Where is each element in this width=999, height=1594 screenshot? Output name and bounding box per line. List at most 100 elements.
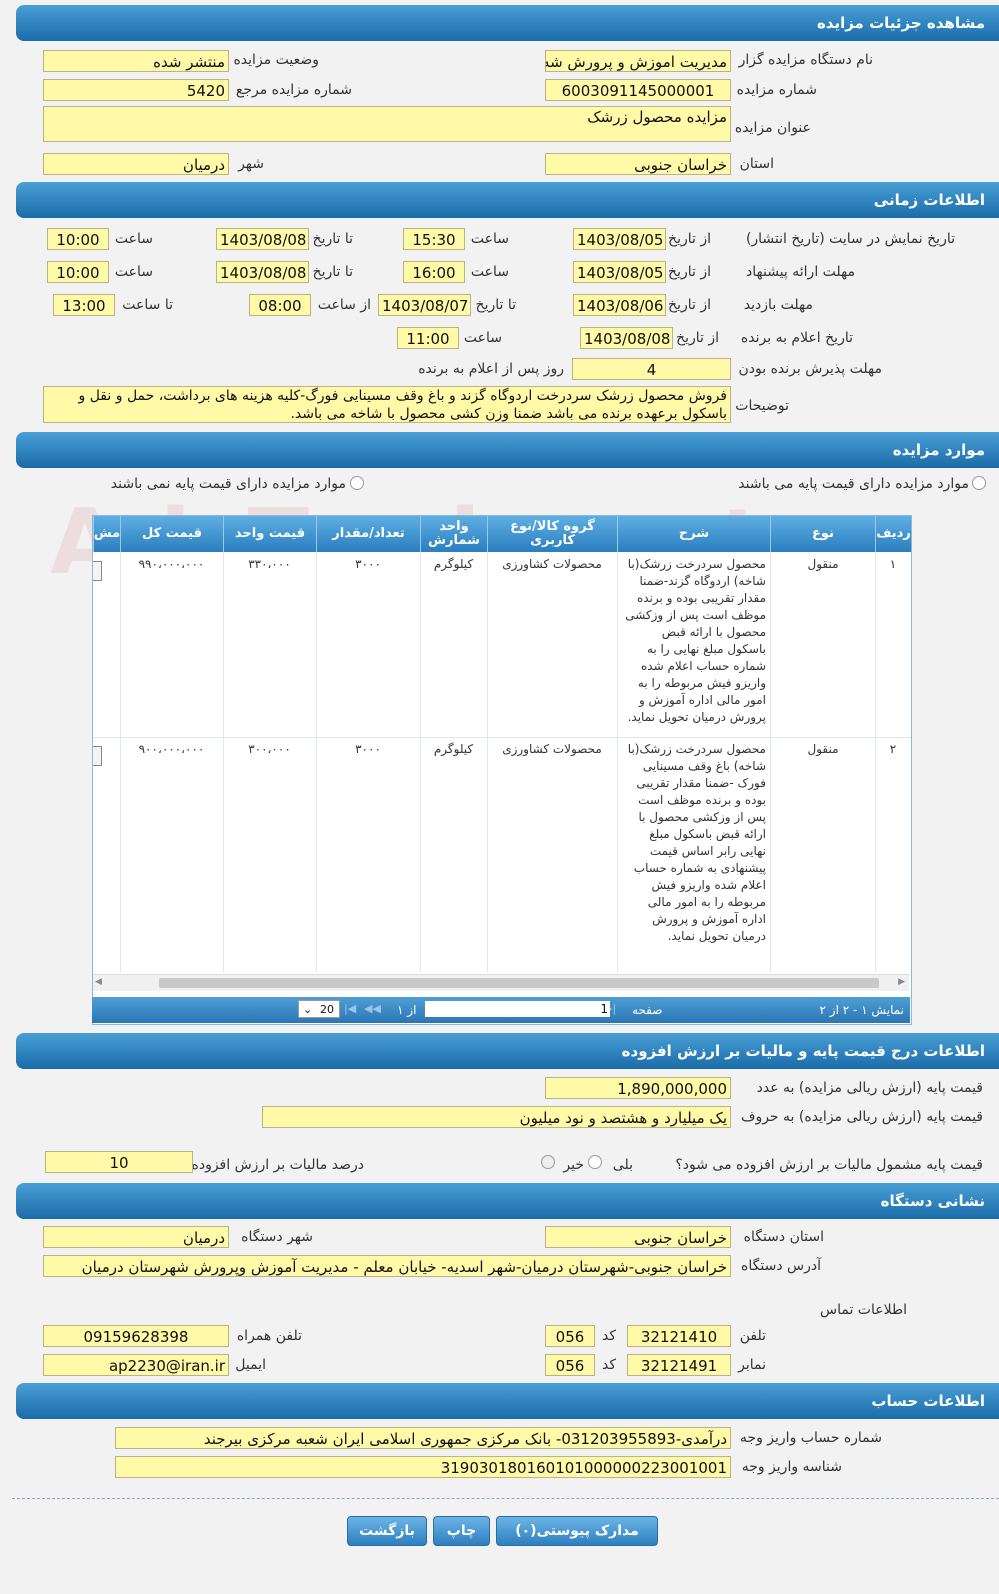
row1-unit: کیلوگرم: [433, 557, 474, 571]
org-address-label: آدرس دستگاه: [741, 1258, 821, 1274]
hscroll-thumb[interactable]: [159, 978, 879, 988]
attachments-button[interactable]: مدارک پیوستی(۰): [496, 1516, 658, 1546]
section-items-header: موارد مزایده: [16, 432, 999, 468]
winner-from-label: از تاریخ: [676, 330, 719, 346]
payment-id-label: شناسه واریز وجه: [741, 1459, 842, 1475]
fax-field: 32121491: [627, 1354, 731, 1376]
org-city-field: درمیان: [43, 1226, 229, 1248]
publish-from-time-field: 15:30: [403, 228, 465, 250]
publish-from-field: 1403/08/05: [573, 228, 666, 250]
winner-time-field: 11:00: [397, 327, 459, 349]
vat-no-label: خیر: [563, 1157, 584, 1173]
row2-type: منقول: [807, 742, 839, 756]
section-address-header: نشانی دستگاه: [16, 1183, 999, 1219]
publish-from-label: از تاریخ: [668, 231, 711, 247]
number-label: شماره مزایده: [736, 82, 817, 98]
contact-label: اطلاعات تماس: [820, 1302, 907, 1318]
scroll-right-icon[interactable]: ▶: [898, 977, 905, 987]
pager-last-icon[interactable]: |◀: [344, 1002, 356, 1015]
base-price-num-label: قیمت پایه (ارزش ریالی مزایده) به عدد: [756, 1080, 983, 1096]
winner-hour-label: ساعت: [463, 330, 502, 346]
offer-label: مهلت ارائه پیشنهاد: [746, 264, 855, 280]
accept-suffix: روز پس از اعلام به برنده: [418, 361, 564, 377]
row2-more-button[interactable]: [93, 746, 102, 766]
visit-to-hour-label: تا ساعت: [122, 297, 173, 313]
radio-without-base-price[interactable]: [350, 476, 364, 490]
row2-group: محصولات کشاورزی: [502, 742, 602, 756]
col-desc: شرح: [617, 516, 770, 552]
section-time-header: اطلاعات زمانی: [16, 182, 999, 218]
org-city-label: شهر دستگاه: [241, 1229, 313, 1245]
status-field: منتشر شده: [43, 50, 229, 72]
back-button[interactable]: بازگشت: [347, 1516, 427, 1546]
visit-to-label: تا تاریخ: [475, 297, 516, 313]
fax-code-label: کد: [601, 1357, 616, 1373]
col-idx: ردیف: [875, 516, 911, 552]
row1-type: منقول: [807, 557, 839, 571]
ref-label: شماره مزایده مرجع: [235, 82, 352, 98]
account-number-field: درآمدی-031203955893- بانک مرکزی جمهوری ا…: [115, 1427, 731, 1449]
offer-from-field: 1403/08/05: [573, 261, 666, 283]
vat-percent-field: 10: [45, 1151, 193, 1173]
pager-of: از ۱: [397, 1003, 417, 1017]
phone-field: 32121410: [627, 1325, 731, 1347]
publish-label: تاریخ نمایش در سایت (تاریخ انتشار): [745, 231, 955, 247]
grid-header: ردیف نوع شرح گروه کالا/نوع کاربری واحد ش…: [93, 516, 911, 552]
visit-from-label: از تاریخ: [668, 297, 711, 313]
province-field: خراسان جنوبی: [545, 153, 731, 175]
radio-with-label: موارد مزایده دارای قیمت پایه می باشند: [738, 476, 969, 492]
city-label: شهر: [238, 156, 264, 172]
visit-from-hour-label: از ساعت: [317, 297, 371, 313]
accept-label: مهلت پذیرش برنده بودن: [738, 361, 883, 377]
org-province-label: استان دستگاه: [743, 1229, 824, 1245]
mobile-field: 09159628398: [43, 1325, 229, 1347]
row1-group: محصولات کشاورزی: [502, 557, 602, 571]
mobile-label: تلفن همراه: [236, 1328, 302, 1344]
pager-size-select[interactable]: ⌄ 20: [298, 1000, 340, 1018]
offer-from-label: از تاریخ: [668, 264, 711, 280]
scroll-left-icon[interactable]: ◀: [95, 977, 102, 987]
vat-yes-radio[interactable]: [588, 1155, 602, 1169]
section-price-header: اطلاعات درج قیمت پایه و مالیات بر ارزش ا…: [16, 1033, 999, 1069]
payment-id-field: 319030180160101000000223001001: [115, 1456, 731, 1478]
section-account-header: اطلاعات حساب: [16, 1383, 999, 1419]
phone-code-label: کد: [601, 1328, 616, 1344]
title-label: عنوان مزایده: [734, 120, 811, 136]
row2-desc: محصول سردرخت زرشک(با شاخه) باغ وقف مسینا…: [627, 742, 766, 943]
radio-with-base-price[interactable]: [972, 476, 986, 490]
base-price-text-field: یک میلیارد و هشتصد و نود میلیون: [262, 1106, 731, 1128]
pager-next-icon[interactable]: ◀◀: [364, 1002, 381, 1015]
desc-field: فروش محصول زرشک سردرخت اردوگاه گزند و با…: [43, 386, 731, 423]
print-button[interactable]: چاپ: [433, 1516, 490, 1546]
items-grid: ردیف نوع شرح گروه کالا/نوع کاربری واحد ش…: [92, 515, 912, 1025]
col-type: نوع: [770, 516, 875, 552]
phone-label: تلفن: [739, 1328, 766, 1344]
grid-hscrollbar[interactable]: ◀ ▶: [93, 974, 909, 991]
desc-label: توضیحات: [735, 398, 789, 414]
pager-chevron-down-icon: ⌄: [303, 1003, 313, 1016]
visit-label: مهلت بازدید: [743, 297, 813, 313]
row1-qty: ۳۰۰۰: [355, 557, 381, 571]
winner-label: تاریخ اعلام به برنده: [740, 330, 853, 346]
visit-from-time-field: 08:00: [249, 294, 311, 316]
fax-code-field: 056: [545, 1354, 595, 1376]
base-price-text-label: قیمت پایه (ارزش ریالی مزایده) به حروف: [740, 1109, 983, 1125]
vat-no-radio[interactable]: [541, 1155, 555, 1169]
pager-page-input[interactable]: 1: [425, 1001, 610, 1017]
title-field: مزایده محصول زرشک: [43, 106, 731, 142]
row2-unit-price: ۳۰۰،۰۰۰: [248, 742, 291, 756]
offer-from-time-field: 16:00: [403, 261, 465, 283]
winner-from-field: 1403/08/08: [580, 327, 673, 349]
row2-qty: ۳۰۰۰: [355, 742, 381, 756]
row2-unit: کیلوگرم: [433, 742, 474, 756]
publish-hour-label: ساعت: [470, 231, 509, 247]
accept-field: 4: [572, 358, 731, 380]
row1-total: ۹۹۰،۰۰۰،۰۰۰: [138, 557, 205, 571]
row1-idx: ۱: [889, 557, 897, 571]
row1-more-button[interactable]: [93, 561, 102, 581]
offer-hour-label: ساعت: [470, 264, 509, 280]
row2-idx: ۲: [889, 742, 897, 756]
col-total: قیمت کل: [120, 516, 223, 552]
account-number-label: شماره حساب واریز وجه: [739, 1430, 882, 1446]
pager-showing: نمایش ۱ - ۲ از ۲: [819, 1003, 904, 1017]
